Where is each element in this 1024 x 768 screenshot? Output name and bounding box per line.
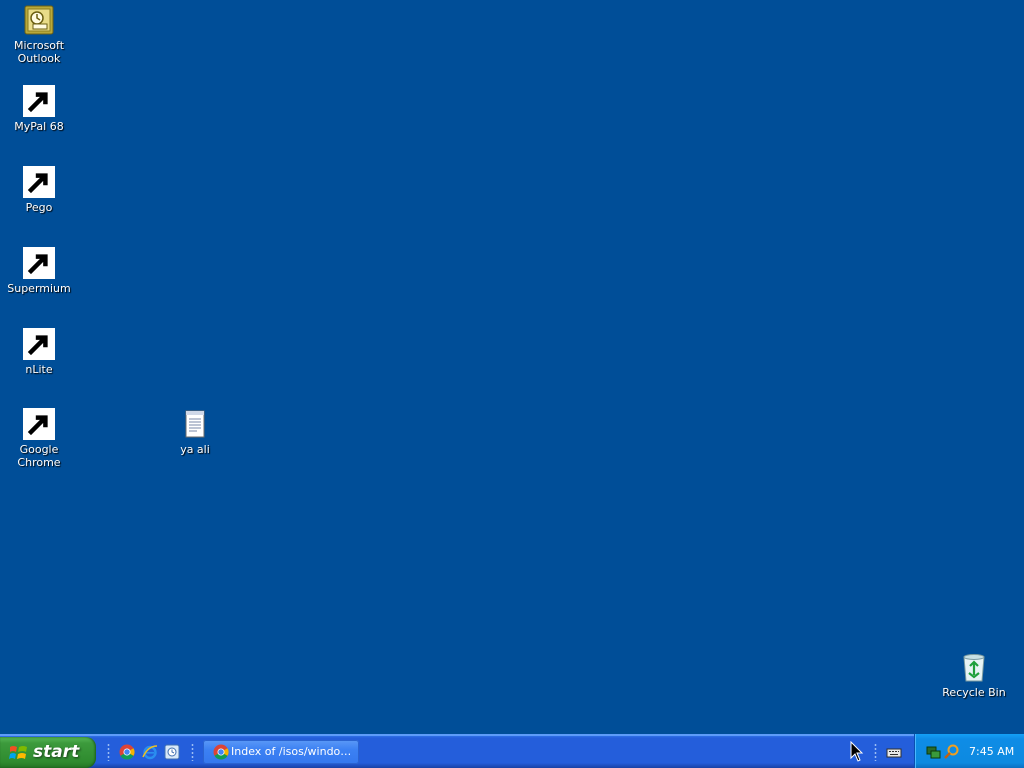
desktop-icon-nlite[interactable]: nLite [0, 328, 78, 376]
windows-flag-icon [9, 746, 27, 759]
chrome-icon [23, 408, 55, 440]
desktop-icon-label: Google Chrome [17, 443, 61, 469]
taskbar-window-title: Index of /isos/windo… [231, 745, 351, 758]
quick-launch-outlook[interactable] [164, 744, 180, 760]
outlook-icon [23, 4, 55, 36]
desktop-icon-label: MyPal 68 [14, 120, 64, 133]
pego-icon [23, 166, 55, 198]
supermium-icon [23, 247, 55, 279]
desktop-icon-mypal-68[interactable]: MyPal 68 [0, 85, 78, 133]
search-icon[interactable] [944, 744, 960, 760]
quick-launch-chrome[interactable] [119, 744, 135, 760]
mypal-raccoon-icon [23, 85, 55, 117]
nlite-gear-icon [23, 328, 55, 360]
keyboard-icon[interactable] [886, 744, 902, 760]
internet-explorer-icon [142, 745, 158, 760]
shortcut-arrow-icon [23, 166, 55, 198]
desktop-icon-label: Supermium [7, 282, 71, 295]
chrome-icon [119, 744, 135, 760]
desktop-icon-label: Recycle Bin [942, 686, 1006, 699]
shortcut-arrow-icon [23, 328, 55, 360]
network-icon[interactable] [925, 744, 941, 760]
outlook-icon [164, 744, 180, 760]
desktop-icon-label: Microsoft Outlook [13, 39, 65, 65]
desktop-icon-google-chrome[interactable]: Google Chrome [0, 408, 78, 469]
taskbar-grip[interactable] [191, 743, 194, 761]
desktop-icon-ya-ali[interactable]: ya ali [156, 408, 234, 456]
desktop-icon-label: ya ali [180, 443, 210, 456]
taskbar: start Index of /isos/windo… 7:45 AM [0, 734, 1024, 768]
taskbar-clock[interactable]: 7:45 AM [969, 745, 1014, 758]
text-document-icon [179, 408, 211, 440]
start-button[interactable]: start [0, 737, 96, 768]
chrome-icon [213, 744, 229, 760]
desktop[interactable]: Microsoft Outlook MyPal 68 Pego Supermiu… [0, 0, 1024, 734]
desktop-icon-supermium[interactable]: Supermium [0, 247, 78, 295]
mouse-cursor-icon [850, 741, 864, 762]
recycle-bin-icon [958, 651, 990, 683]
desktop-icon-recycle-bin[interactable]: Recycle Bin [935, 651, 1013, 699]
quick-launch-internet-explorer[interactable] [142, 744, 158, 760]
shortcut-arrow-icon [23, 85, 55, 117]
taskbar-window-button[interactable]: Index of /isos/windo… [203, 740, 359, 764]
start-label: start [33, 742, 80, 762]
shortcut-arrow-icon [23, 408, 55, 440]
system-tray: 7:45 AM [914, 734, 1024, 768]
language-bar-grip[interactable] [874, 743, 877, 761]
desktop-icon-label: Pego [25, 201, 53, 214]
desktop-icon-label: nLite [25, 363, 53, 376]
shortcut-arrow-icon [23, 247, 55, 279]
desktop-icon-microsoft-outlook[interactable]: Microsoft Outlook [0, 4, 78, 65]
desktop-icon-pego[interactable]: Pego [0, 166, 78, 214]
quick-launch-grip[interactable] [107, 743, 110, 761]
